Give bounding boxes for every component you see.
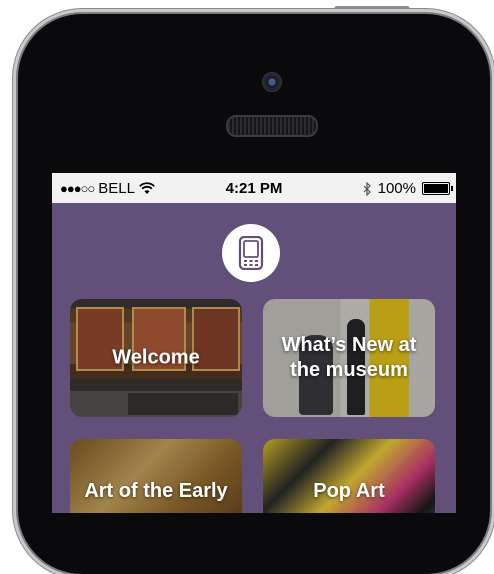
app-screen: ●●●○○ BELL 4:21 PM 100% Welcome What’s N…	[52, 173, 456, 513]
tile-art-of-the-early[interactable]: Art of the Early	[70, 439, 242, 513]
tile-label: Art of the Early	[84, 480, 228, 502]
tile-welcome[interactable]: Welcome	[70, 299, 242, 417]
status-bar: ●●●○○ BELL 4:21 PM 100%	[52, 173, 456, 203]
status-right: 100%	[363, 180, 453, 197]
tile-label: Welcome	[112, 346, 200, 369]
earpiece-speaker	[226, 115, 318, 137]
app-logo	[222, 224, 280, 282]
bluetooth-icon	[363, 181, 371, 196]
tile-whats-new[interactable]: What’s New at the museum	[263, 299, 435, 417]
gallery-bench	[128, 393, 238, 415]
power-button	[334, 6, 410, 12]
tile-pop-art[interactable]: Pop Art	[263, 439, 435, 513]
tile-label: Pop Art	[313, 480, 385, 502]
mobile-device-icon	[238, 236, 264, 270]
front-camera	[262, 72, 282, 92]
battery-icon	[422, 182, 453, 195]
battery-percent: 100%	[377, 180, 416, 197]
tile-label: What’s New at the museum	[281, 334, 417, 381]
